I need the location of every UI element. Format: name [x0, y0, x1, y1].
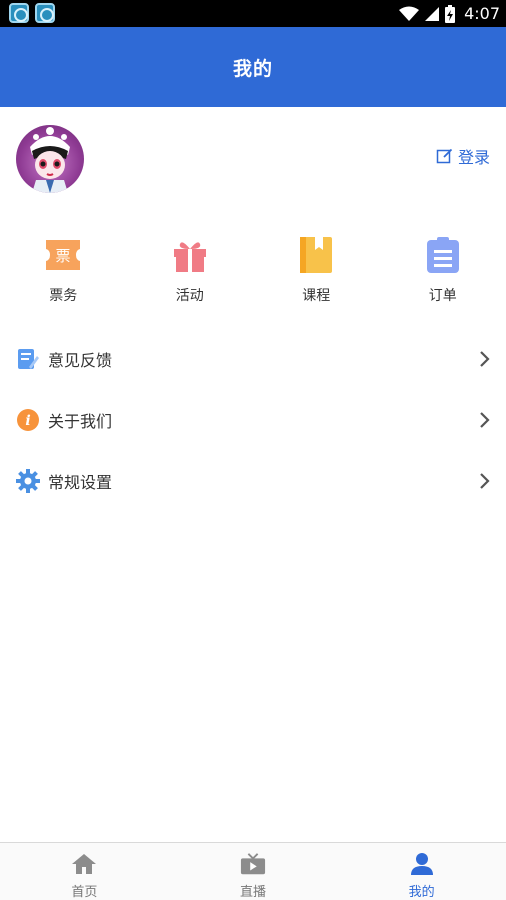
menu-item-feedback[interactable]: 意见反馈: [0, 328, 506, 389]
ticket-glyph: 票: [56, 247, 71, 265]
edit-icon: [436, 148, 453, 164]
opera-mask-avatar-image: [30, 127, 70, 193]
shortcut-label: 课程: [302, 288, 331, 304]
shortcut-tickets[interactable]: 票 票务: [0, 236, 127, 316]
chevron-right-icon: [480, 411, 490, 428]
shortcut-grid: 票 票务 活动 课程 订单: [0, 236, 506, 316]
status-bar: 4:07: [0, 0, 506, 27]
login-button[interactable]: 登录: [436, 144, 490, 168]
tab-label: 直播: [240, 885, 267, 900]
feedback-icon: [16, 347, 40, 371]
home-icon: [71, 852, 97, 876]
signal-icon: [425, 6, 440, 21]
app-header: 我的: [0, 27, 506, 107]
gift-icon: [171, 236, 209, 274]
notification-app-icon: [35, 3, 55, 23]
menu-item-label: 常规设置: [48, 472, 113, 492]
notification-app-icon: [9, 3, 29, 23]
settings-icon: [16, 468, 40, 493]
live-tv-icon: [240, 852, 266, 876]
shortcut-orders[interactable]: 订单: [380, 236, 506, 316]
bottom-tab-bar: 首页 直播 我的: [0, 842, 506, 900]
profile-section: 登录: [0, 107, 506, 217]
login-label: 登录: [457, 148, 490, 167]
menu-item-label: 关于我们: [48, 411, 113, 431]
tab-home[interactable]: 首页: [0, 843, 169, 900]
ticket-icon: 票: [44, 236, 82, 274]
settings-menu: 意见反馈 i 关于我们 常规设置: [0, 328, 506, 511]
tab-label: 首页: [71, 885, 98, 900]
shortcut-label: 票务: [49, 288, 78, 304]
shortcut-label: 活动: [175, 288, 204, 304]
wifi-icon: [399, 6, 420, 21]
info-glyph: i: [25, 413, 30, 429]
tab-live[interactable]: 直播: [169, 843, 338, 900]
page-title: 我的: [232, 57, 273, 80]
user-icon: [409, 852, 435, 876]
system-icons: 4:07: [398, 3, 500, 24]
shortcut-activities[interactable]: 活动: [127, 236, 254, 316]
info-icon: i: [16, 408, 40, 432]
shortcut-courses[interactable]: 课程: [253, 236, 380, 316]
status-time: 4:07: [464, 4, 500, 23]
book-icon: [297, 236, 335, 274]
chevron-right-icon: [480, 472, 490, 489]
menu-item-about-us[interactable]: i 关于我们: [0, 389, 506, 450]
tab-label: 我的: [408, 885, 435, 900]
avatar[interactable]: [16, 125, 84, 193]
shortcut-label: 订单: [428, 288, 457, 304]
menu-item-general-settings[interactable]: 常规设置: [0, 450, 506, 511]
tab-mine[interactable]: 我的: [337, 843, 506, 900]
chevron-right-icon: [480, 350, 490, 367]
clipboard-icon: [424, 236, 462, 274]
menu-item-label: 意见反馈: [48, 350, 113, 370]
battery-charging-icon: [445, 4, 456, 23]
